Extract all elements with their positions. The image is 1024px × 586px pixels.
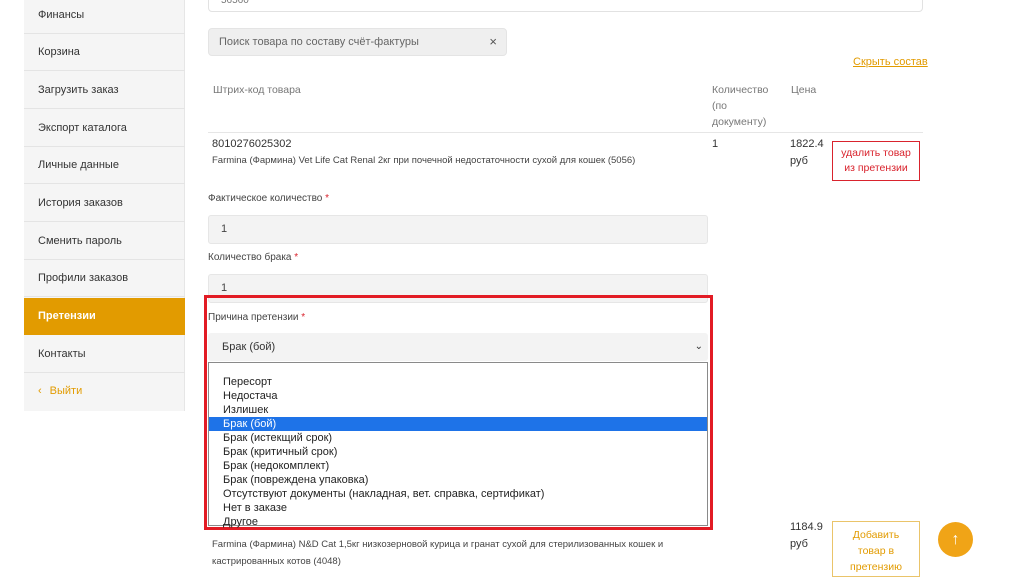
dropdown-option-selected[interactable]: Брак (бой) [209, 417, 707, 431]
dropdown-option[interactable]: Недостача [209, 389, 707, 403]
dropdown-option[interactable]: Отсутствуют документы (накладная, вет. с… [209, 487, 707, 501]
sidebar-item-upload-order[interactable]: Загрузить заказ [24, 72, 185, 109]
arrow-up-icon: ↑ [951, 531, 960, 548]
sidebar-item-label: Профили заказов [38, 272, 129, 284]
invoice-field[interactable]: 56560 [208, 0, 923, 12]
dropdown-option[interactable]: Нет в заказе [209, 501, 707, 515]
product-price-amount: 1822.4 [790, 138, 824, 150]
defect-quantity-label: Количество брака * [208, 252, 298, 263]
required-mark: * [301, 312, 306, 323]
sidebar-item-label: Контакты [38, 348, 86, 360]
logout-label: Выйти [49, 385, 83, 397]
sidebar-item-export-catalog[interactable]: Экспорт каталога [24, 110, 185, 147]
add-to-claim-button[interactable]: Добавить товар в претензию [832, 521, 920, 577]
sidebar-item-order-profiles[interactable]: Профили заказов [24, 260, 185, 297]
product-name: Farmina (Фармина) Vet Life Cat Renal 2кг… [212, 155, 636, 166]
logout-link[interactable]: ‹ Выйти [24, 373, 185, 410]
dropdown-option[interactable]: Излишек [209, 403, 707, 417]
product-price-currency: руб [790, 155, 808, 167]
product-price-amount: 1184.9 [790, 521, 823, 533]
sidebar-item-finance[interactable]: Финансы [24, 0, 185, 34]
column-header-quantity-line: (по [712, 100, 728, 112]
sidebar-item-cart[interactable]: Корзина [24, 34, 185, 71]
hide-composition-link[interactable]: Скрыть состав [853, 56, 928, 68]
button-label-line: Добавить [852, 529, 900, 541]
label-text: Количество брака [208, 252, 292, 263]
sidebar-item-contacts[interactable]: Контакты [24, 336, 185, 373]
required-mark: * [294, 252, 299, 263]
claim-reason-label: Причина претензии * [208, 312, 305, 323]
button-label-line: товар в [857, 545, 895, 557]
sidebar-item-label: Личные данные [38, 159, 119, 171]
dropdown-option[interactable]: Брак (критичный срок) [209, 445, 707, 459]
product-price-currency: руб [790, 538, 808, 550]
product-price: 1822.4 руб [790, 136, 826, 170]
sidebar-item-label: Экспорт каталога [38, 122, 127, 134]
search-input[interactable] [209, 29, 479, 55]
actual-quantity-label: Фактическое количество * [208, 193, 329, 204]
search-box: × [208, 28, 507, 56]
divider [208, 132, 923, 133]
sidebar-item-label: Корзина [38, 46, 80, 58]
column-header-barcode: Штрих-код товара [213, 84, 301, 96]
product-barcode: 8010276025302 [212, 138, 292, 150]
sidebar-item-label: История заказов [38, 197, 123, 209]
invoice-field-value: 56560 [221, 0, 249, 6]
product-price: 1184.9 руб [790, 519, 823, 553]
scroll-to-top-button[interactable]: ↑ [938, 522, 973, 557]
product-quantity: 1 [712, 138, 719, 150]
dropdown-option[interactable]: Брак (повреждена упаковка) [209, 473, 707, 487]
button-label-line: претензию [850, 561, 902, 573]
button-label-line: из претензии [844, 162, 908, 174]
label-text: Фактическое количество [208, 193, 323, 204]
sidebar-item-label: Загрузить заказ [38, 84, 119, 96]
sidebar-item-label: Сменить пароль [38, 235, 122, 247]
dropdown-option[interactable]: Брак (недокомплект) [209, 459, 707, 473]
sidebar-item-label: Финансы [38, 9, 85, 21]
sidebar-item-order-history[interactable]: История заказов [24, 185, 185, 222]
chevron-left-icon: ‹ [38, 385, 42, 397]
actual-quantity-input[interactable]: 1 [208, 215, 708, 244]
claim-reason-select[interactable]: Брак (бой) ⌄ [208, 333, 708, 361]
claim-reason-selected: Брак (бой) [222, 341, 276, 353]
close-icon[interactable]: × [489, 34, 497, 49]
remove-from-claim-button[interactable]: удалить товар из претензии [832, 141, 920, 181]
product-name: Farmina (Фармина) N&D Cat 1,5кг низкозер… [212, 539, 664, 567]
claim-reason-dropdown: Пересорт Недостача Излишек Брак (бой) Бр… [208, 362, 708, 529]
sidebar-item-personal-data[interactable]: Личные данные [24, 147, 185, 184]
label-text: Причина претензии [208, 312, 299, 323]
column-header-quantity: Количество (по документу) [712, 82, 768, 130]
dropdown-option[interactable]: Брак (истекщий срок) [209, 431, 707, 445]
column-header-quantity-line: Количество [712, 84, 769, 96]
dropdown-option[interactable]: Другое [209, 515, 707, 529]
chevron-down-icon: ⌄ [694, 341, 703, 352]
sidebar-item-change-password[interactable]: Сменить пароль [24, 223, 185, 260]
column-header-price: Цена [791, 84, 817, 96]
required-mark: * [325, 193, 330, 204]
dropdown-option[interactable]: Пересорт [209, 375, 707, 389]
sidebar: Финансы Корзина Загрузить заказ Экспорт … [24, 0, 185, 411]
column-header-quantity-line: документу) [712, 116, 767, 128]
sidebar-item-label: Претензии [38, 310, 96, 322]
button-label-line: удалить товар [841, 147, 911, 159]
sidebar-item-claims[interactable]: Претензии [24, 298, 185, 335]
